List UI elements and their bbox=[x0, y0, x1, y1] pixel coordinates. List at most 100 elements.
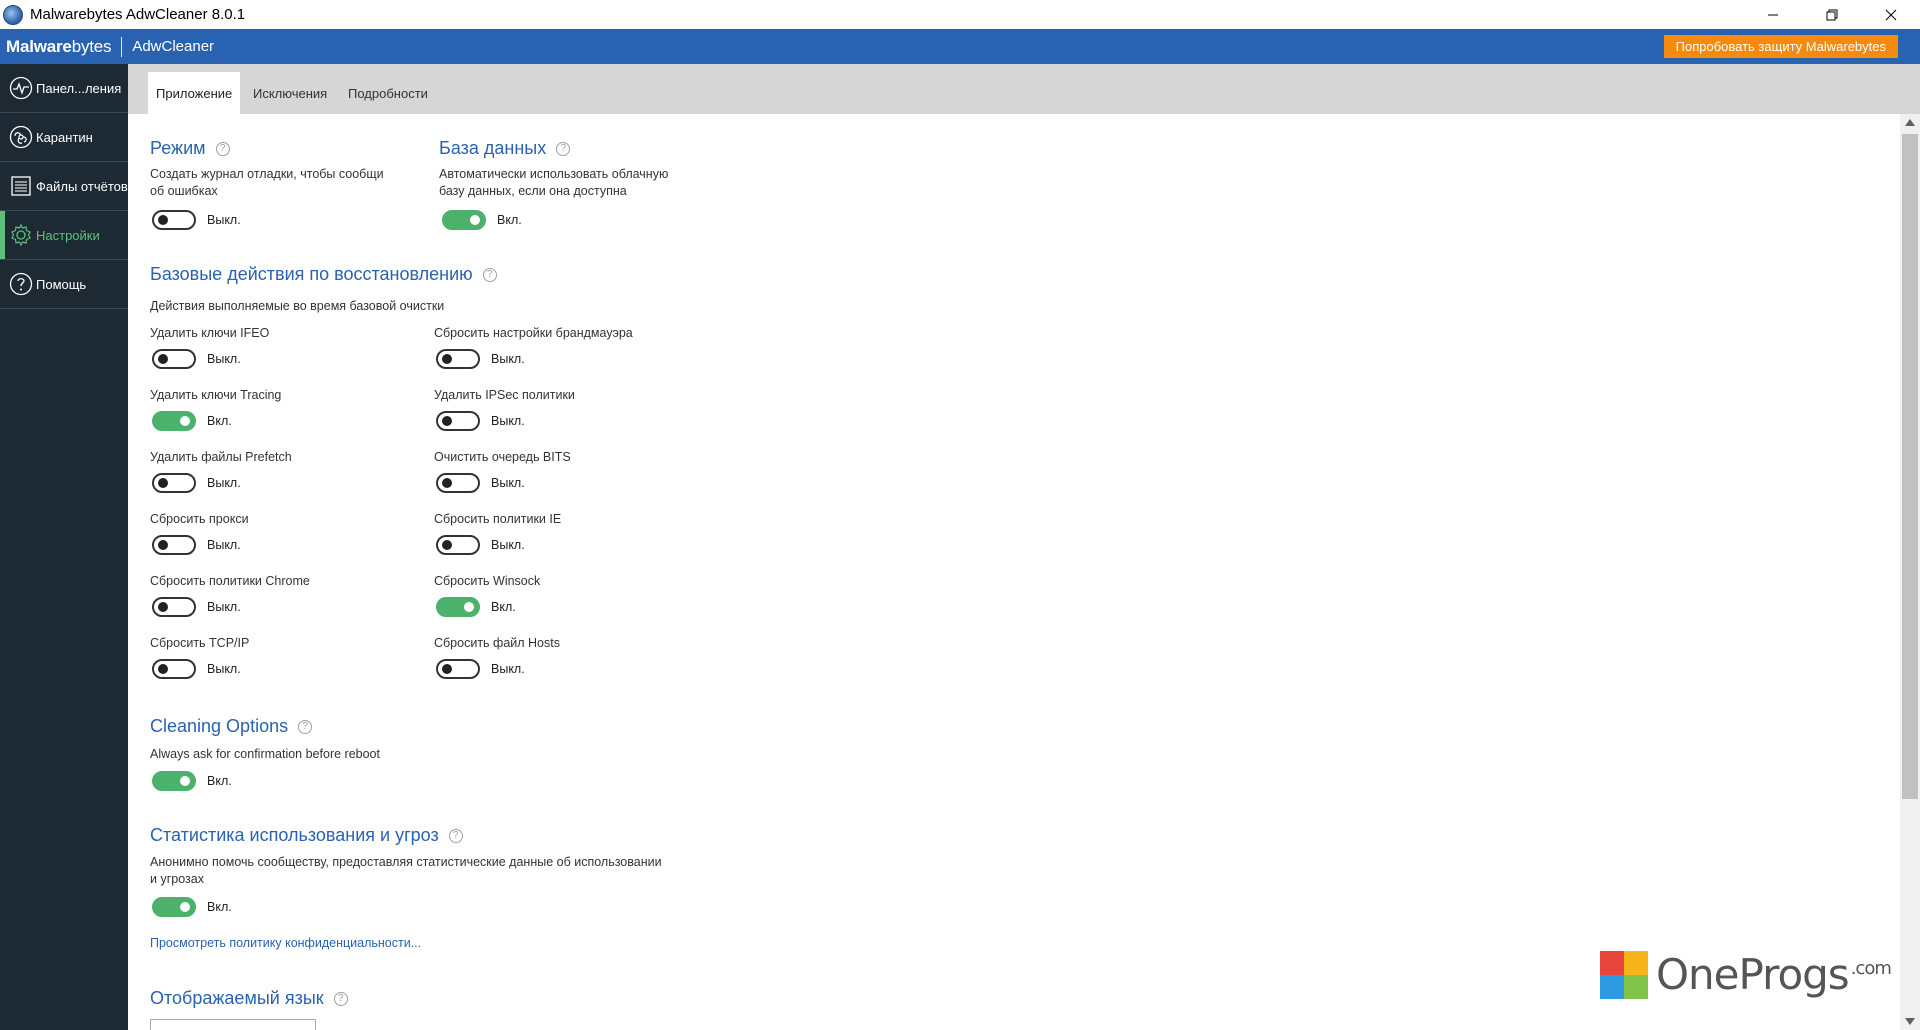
language-select[interactable] bbox=[150, 1019, 316, 1030]
toggle-switch[interactable] bbox=[436, 411, 480, 431]
recovery-option-toggle[interactable]: Выкл. bbox=[436, 349, 525, 369]
product-name: AdwCleaner bbox=[132, 38, 215, 55]
recovery-option-label: Очистить очередь BITS bbox=[434, 450, 571, 464]
scroll-up-icon[interactable] bbox=[1905, 119, 1915, 126]
sidebar-item-label: Настройки bbox=[36, 227, 100, 243]
help-icon[interactable]: ? bbox=[556, 141, 571, 156]
reboot-confirm-toggle[interactable]: Вкл. bbox=[152, 771, 232, 791]
help-icon[interactable]: ? bbox=[448, 828, 463, 843]
recovery-option-toggle[interactable]: Выкл. bbox=[152, 349, 241, 369]
close-icon bbox=[1885, 9, 1896, 20]
toggle-switch[interactable] bbox=[152, 411, 196, 431]
title-bar: Malwarebytes AdwCleaner 8.0.1 bbox=[0, 0, 1920, 29]
sidebar-item-quarantine[interactable]: Карантин bbox=[0, 113, 128, 162]
toggle-state: Выкл. bbox=[491, 538, 525, 552]
window-title: Malwarebytes AdwCleaner 8.0.1 bbox=[30, 6, 246, 23]
recovery-option-toggle[interactable]: Вкл. bbox=[436, 597, 516, 617]
cloud-database-toggle[interactable]: Вкл. bbox=[442, 210, 522, 230]
help-icon[interactable]: ? bbox=[215, 141, 230, 156]
toggle-state: Выкл. bbox=[207, 213, 241, 227]
toggle-switch[interactable] bbox=[152, 349, 196, 369]
toggle-state: Выкл. bbox=[207, 600, 241, 614]
toggle-state: Выкл. bbox=[207, 476, 241, 490]
minimize-icon bbox=[1767, 14, 1778, 15]
oneprogs-watermark: OneProgs .com bbox=[1600, 950, 1892, 999]
toggle-state: Выкл. bbox=[491, 662, 525, 676]
recovery-option-toggle[interactable]: Выкл. bbox=[152, 597, 241, 617]
settings-icon bbox=[9, 223, 33, 247]
toggle-switch[interactable] bbox=[436, 349, 480, 369]
sidebar-item-help[interactable]: Помощь bbox=[0, 260, 128, 309]
sidebar-item-settings[interactable]: Настройки bbox=[0, 211, 128, 260]
recovery-option-label: Сбросить политики IE bbox=[434, 512, 562, 526]
stats-description: Анонимно помочь сообществу, предоставляя… bbox=[150, 855, 662, 886]
toggle-switch[interactable] bbox=[152, 473, 196, 493]
recovery-option-toggle[interactable]: Выкл. bbox=[152, 659, 241, 679]
language-title: Отображаемый язык? bbox=[150, 988, 348, 1009]
sidebar: Панел...ления Карантин Файлы отчётов Нас… bbox=[0, 64, 128, 1030]
brand-divider bbox=[121, 36, 123, 57]
toggle-state: Вкл. bbox=[207, 774, 232, 788]
toggle-state: Вкл. bbox=[491, 600, 516, 614]
recovery-option-toggle[interactable]: Выкл. bbox=[152, 473, 241, 493]
recovery-option-toggle[interactable]: Выкл. bbox=[436, 535, 525, 555]
toggle-state: Выкл. bbox=[491, 352, 525, 366]
toggle-state: Вкл. bbox=[207, 414, 232, 428]
toggle-state: Вкл. bbox=[207, 900, 232, 914]
recovery-description: Действия выполняемые во время базовой оч… bbox=[150, 299, 445, 313]
recovery-option-label: Сбросить прокси bbox=[150, 512, 249, 526]
scroll-down-icon[interactable] bbox=[1905, 1018, 1915, 1025]
scrollbar-thumb[interactable] bbox=[1902, 134, 1918, 799]
sidebar-item-dashboard[interactable]: Панел...ления bbox=[0, 64, 128, 113]
toggle-switch[interactable] bbox=[152, 597, 196, 617]
app-icon bbox=[3, 4, 23, 25]
help-icon[interactable]: ? bbox=[482, 267, 497, 282]
recovery-option-label: Сбросить файл Hosts bbox=[434, 636, 560, 650]
help-icon[interactable]: ? bbox=[298, 719, 313, 734]
recovery-option-toggle[interactable]: Выкл. bbox=[436, 411, 525, 431]
usage-stats-toggle[interactable]: Вкл. bbox=[152, 897, 232, 917]
cleaning-description: Always ask for confirmation before reboo… bbox=[150, 747, 380, 761]
window-controls bbox=[1743, 0, 1920, 29]
toggle-switch[interactable] bbox=[152, 210, 196, 230]
tab-details[interactable]: Подробности bbox=[340, 72, 436, 114]
sidebar-item-label: Помощь bbox=[36, 276, 87, 292]
close-button[interactable] bbox=[1861, 0, 1920, 29]
database-title: База данных? bbox=[439, 138, 571, 159]
toggle-switch[interactable] bbox=[152, 535, 196, 555]
toggle-switch[interactable] bbox=[436, 659, 480, 679]
toggle-switch[interactable] bbox=[442, 210, 486, 230]
vertical-scrollbar[interactable] bbox=[1900, 114, 1920, 1030]
cleaning-title: Cleaning Options? bbox=[150, 716, 313, 737]
recovery-option-label: Сбросить настройки брандмауэра bbox=[434, 326, 633, 340]
recovery-option-label: Удалить ключи Tracing bbox=[150, 388, 282, 402]
mode-description: Создать журнал отладки, чтобы сообщи об о… bbox=[150, 167, 384, 198]
privacy-policy-link[interactable]: Просмотреть политику конфиденциальности.… bbox=[150, 936, 421, 950]
toggle-switch[interactable] bbox=[436, 535, 480, 555]
restore-button[interactable] bbox=[1802, 0, 1861, 29]
help-icon[interactable]: ? bbox=[333, 991, 348, 1006]
sidebar-item-log-files[interactable]: Файлы отчётов bbox=[0, 162, 128, 211]
recovery-option-toggle[interactable]: Выкл. bbox=[436, 659, 525, 679]
app-header: Malwarebytes AdwCleaner Попробовать защи… bbox=[0, 29, 1920, 64]
stats-title: Статистика использования и угроз? bbox=[150, 825, 463, 846]
recovery-option-toggle[interactable]: Выкл. bbox=[152, 535, 241, 555]
toggle-state: Выкл. bbox=[207, 352, 241, 366]
debug-log-toggle[interactable]: Выкл. bbox=[152, 210, 241, 230]
settings-content: Режим? Создать журнал отладки, чтобы соо… bbox=[128, 114, 1900, 1030]
try-protection-button[interactable]: Попробовать защиту Malwarebytes bbox=[1663, 35, 1898, 58]
recovery-option-toggle[interactable]: Вкл. bbox=[152, 411, 232, 431]
toggle-switch[interactable] bbox=[152, 771, 196, 791]
minimize-button[interactable] bbox=[1743, 0, 1802, 29]
tab-bar: Приложение Исключения Подробности bbox=[128, 64, 1920, 114]
tab-exclusions[interactable]: Исключения bbox=[245, 72, 335, 114]
mode-title: Режим? bbox=[150, 138, 230, 159]
toggle-switch[interactable] bbox=[152, 659, 196, 679]
recovery-title: Базовые действия по восстановлению? bbox=[150, 264, 497, 285]
recovery-option-toggle[interactable]: Выкл. bbox=[436, 473, 525, 493]
recovery-option-label: Сбросить политики Chrome bbox=[150, 574, 310, 588]
toggle-switch[interactable] bbox=[436, 597, 480, 617]
toggle-switch[interactable] bbox=[152, 897, 196, 917]
tab-application[interactable]: Приложение bbox=[148, 72, 241, 114]
toggle-switch[interactable] bbox=[436, 473, 480, 493]
